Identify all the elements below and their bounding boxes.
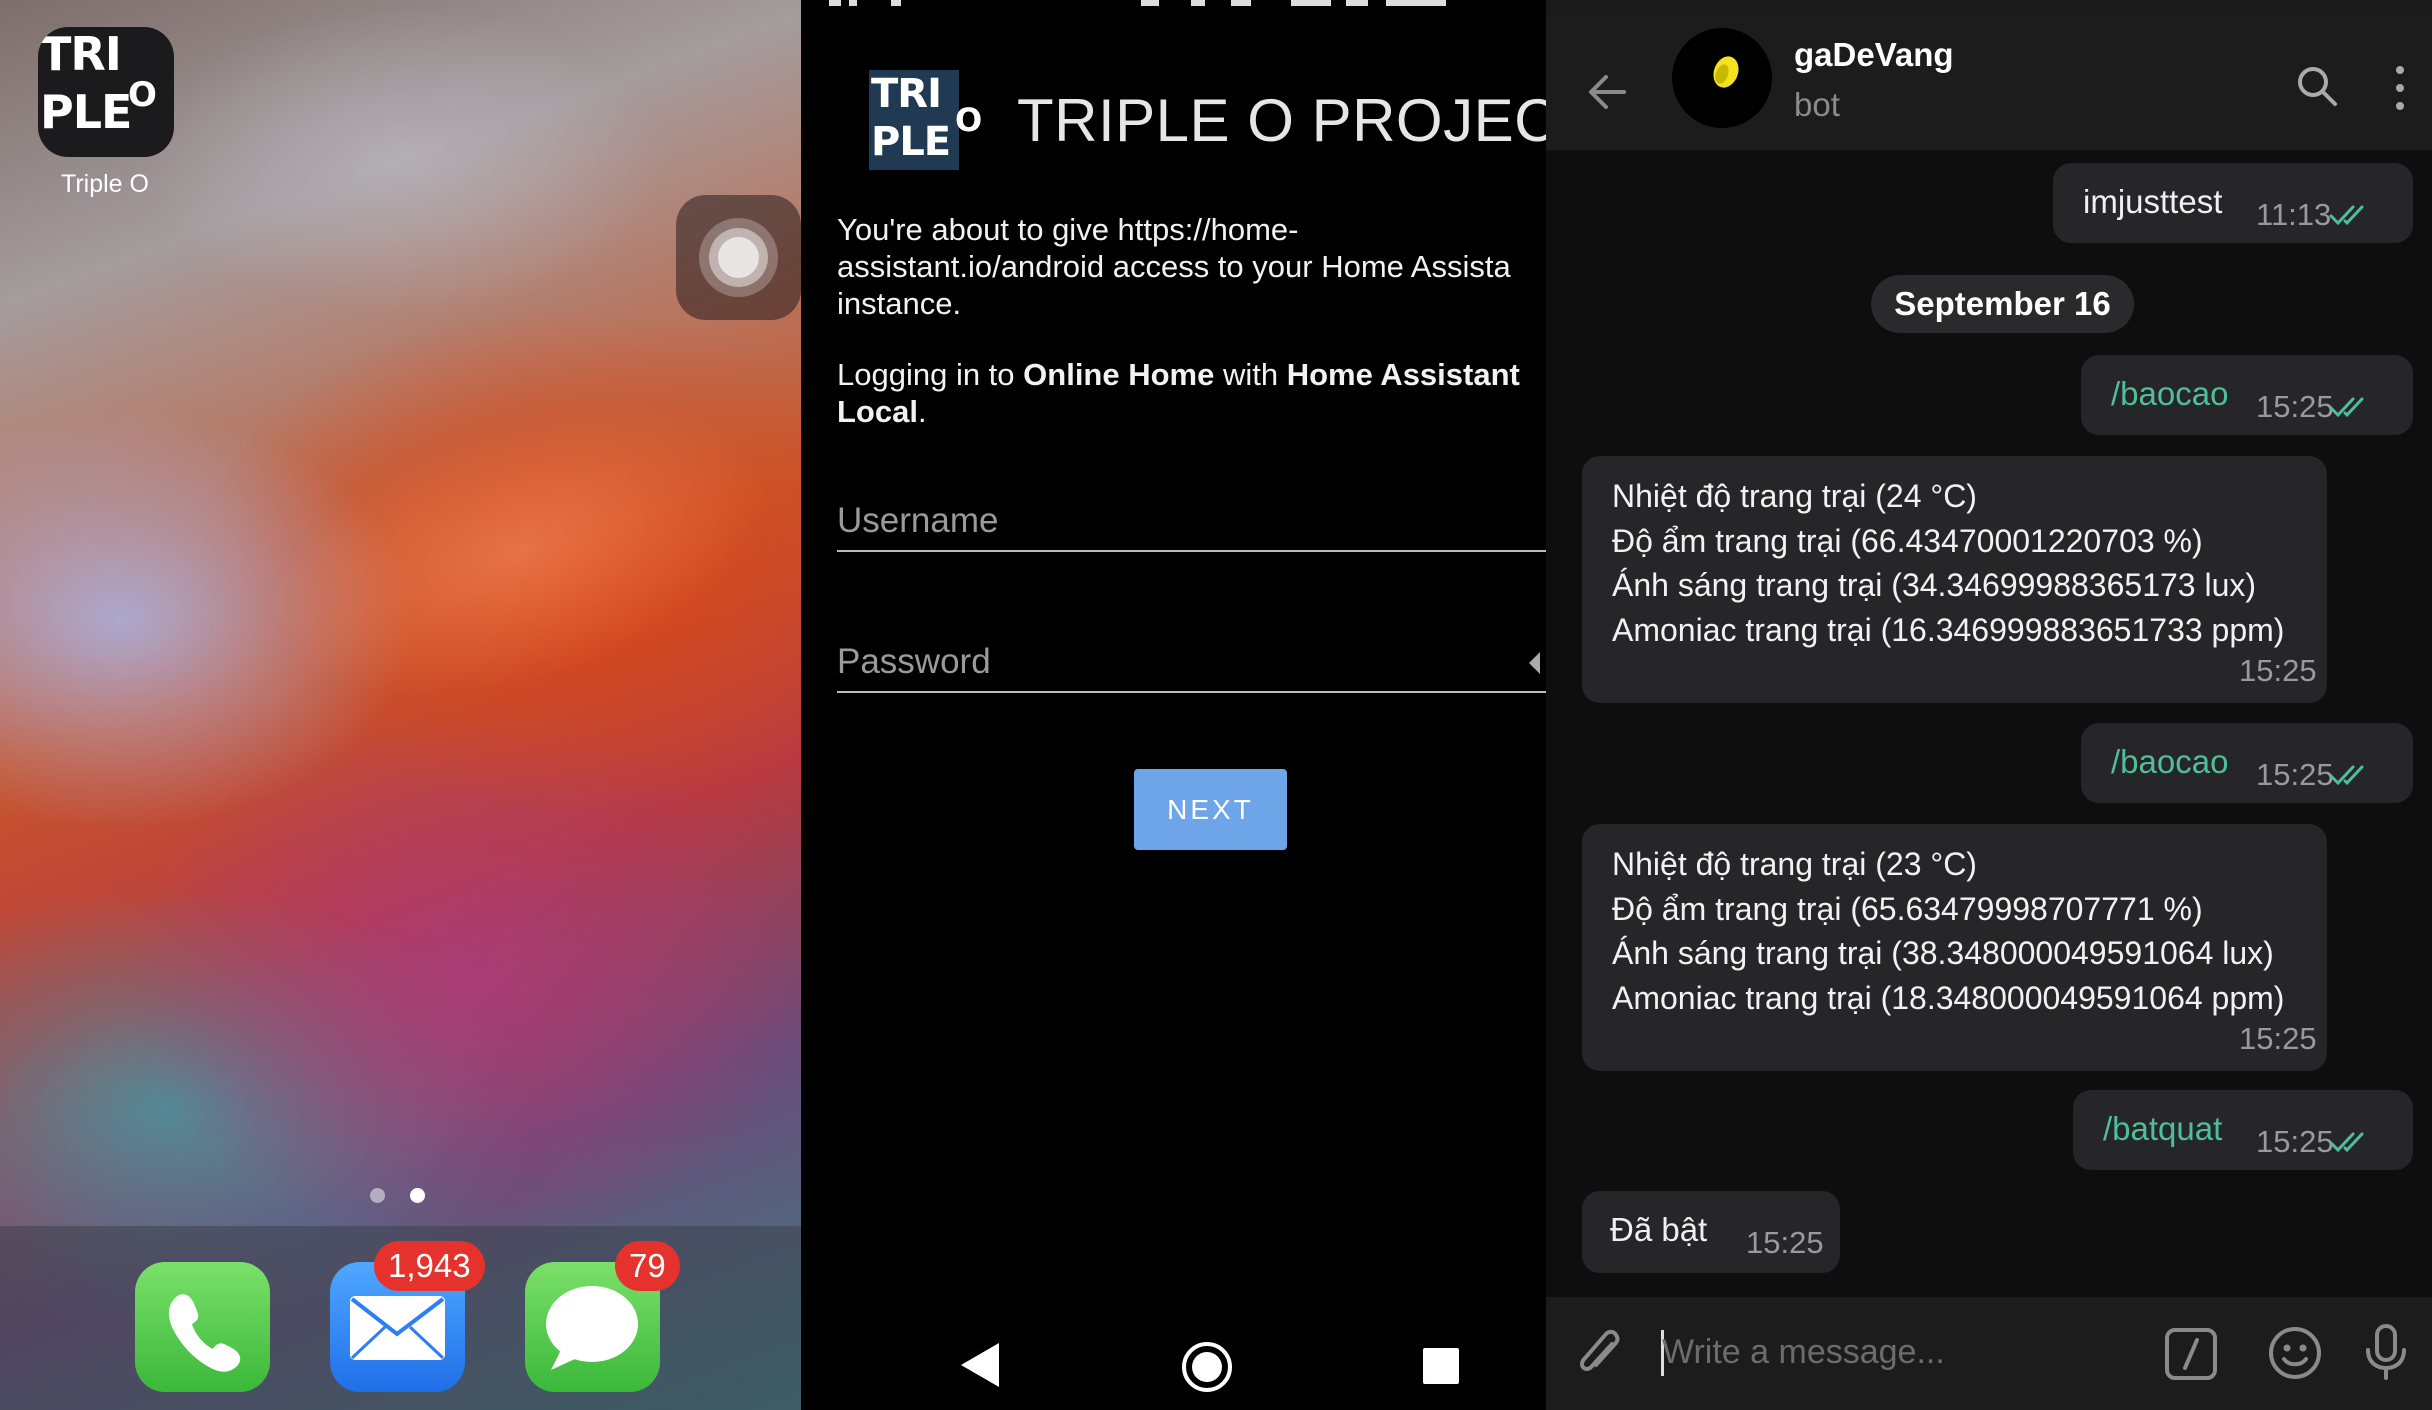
message-time: 15:25 bbox=[1746, 1225, 1824, 1260]
login-suffix: . bbox=[917, 394, 927, 429]
message-in[interactable]: Đã bật 15:25 bbox=[1582, 1191, 1840, 1273]
page-dot-2-active[interactable] bbox=[410, 1188, 425, 1203]
command-text[interactable]: /baocao bbox=[2111, 375, 2228, 413]
triple-o-logo: TRI PLE O bbox=[869, 70, 982, 170]
access-text-line-2: assistant.io/android access to your Home… bbox=[837, 249, 1511, 284]
message-in[interactable]: Nhiệt độ trang trại (24 °C) Độ ẩm trang … bbox=[1582, 456, 2327, 703]
status-bar bbox=[1546, 0, 2432, 14]
message-line: Độ ẩm trang trại (66.43470001220703 %) bbox=[1612, 522, 2203, 559]
chat-subtitle: bot bbox=[1794, 86, 1840, 123]
message-out[interactable]: /baocao 15:25 bbox=[2081, 723, 2413, 803]
page-title: TRIPLE O PROJECT bbox=[1017, 87, 1546, 154]
message-out[interactable]: /batquat 15:25 bbox=[2073, 1090, 2413, 1170]
bot-avatar[interactable] bbox=[1672, 28, 1772, 128]
message-time: 15:25 bbox=[2239, 1021, 2317, 1056]
password-visibility-icon[interactable] bbox=[1529, 652, 1540, 674]
android-login-screen: TRI PLE O TRIPLE O PROJECT You're about … bbox=[801, 0, 1546, 1410]
message-in[interactable]: Nhiệt độ trang trại (23 °C) Độ ẩm trang … bbox=[1582, 824, 2327, 1071]
auth-provider: Home Assistant bbox=[1286, 357, 1520, 392]
ios-home-screen: TRI PLE O Triple O 1,943 79 bbox=[0, 0, 801, 1410]
nav-recents-icon[interactable] bbox=[1423, 1348, 1459, 1384]
logo-o: O bbox=[128, 75, 157, 115]
message-input[interactable] bbox=[1662, 1327, 2162, 1377]
logo-tri: TRI bbox=[871, 71, 942, 117]
home-name: Online Home bbox=[1023, 357, 1215, 392]
message-time: 11:13 bbox=[2256, 197, 2332, 232]
message-line: Amoniac trang trại (18.348000049591064 p… bbox=[1612, 979, 2285, 1016]
login-prefix: Logging in to bbox=[837, 357, 1024, 392]
chick-icon bbox=[1713, 56, 1739, 88]
chat-header: gaDeVang bot bbox=[1546, 14, 2432, 150]
login-mid: with bbox=[1214, 357, 1287, 392]
login-target-notice: Logging in to Online Home with Home Assi… bbox=[837, 356, 1546, 430]
chat-title[interactable]: gaDeVang bbox=[1794, 36, 1954, 74]
next-button[interactable]: NEXT bbox=[1134, 769, 1287, 850]
message-time: 15:25 bbox=[2256, 1124, 2334, 1159]
triple-o-app-label: Triple O bbox=[61, 170, 149, 198]
message-text: imjusttest bbox=[2083, 183, 2223, 220]
triple-o-app-icon[interactable]: TRI PLE O bbox=[38, 27, 174, 157]
message-out[interactable]: /baocao 15:25 bbox=[2081, 355, 2413, 435]
logo-ple: PLE bbox=[40, 85, 132, 139]
message-line: Ánh sáng trang trại (38.348000049591064 … bbox=[1612, 935, 2274, 971]
status-bar bbox=[801, 0, 1546, 8]
emoji-icon[interactable] bbox=[2266, 1324, 2324, 1382]
attach-icon[interactable] bbox=[1576, 1324, 1626, 1382]
message-line: Nhiệt độ trang trại (24 °C) bbox=[1612, 478, 1977, 514]
messages-badge: 79 bbox=[615, 1241, 680, 1291]
command-text[interactable]: /batquat bbox=[2103, 1110, 2222, 1148]
auth-provider-2: Local bbox=[837, 394, 918, 429]
bot-commands-icon[interactable] bbox=[2163, 1326, 2219, 1382]
read-check-icon bbox=[2329, 1132, 2364, 1153]
username-field bbox=[837, 492, 1546, 552]
logo-ple: PLE bbox=[871, 119, 951, 165]
message-time: 15:25 bbox=[2239, 653, 2317, 688]
mail-badge: 1,943 bbox=[374, 1241, 485, 1291]
message-time: 15:25 bbox=[2256, 757, 2334, 792]
password-field bbox=[837, 633, 1546, 693]
screenshot-collage: TRI PLE O Triple O 1,943 79 TRI PLE O TR… bbox=[0, 0, 2432, 1410]
nav-home-icon[interactable] bbox=[1182, 1342, 1232, 1392]
date-separator: September 16 bbox=[1871, 275, 2134, 333]
username-input[interactable] bbox=[837, 492, 1546, 550]
logo-o: O bbox=[955, 101, 982, 139]
back-arrow-icon[interactable] bbox=[1584, 69, 1630, 115]
phone-app-icon[interactable] bbox=[135, 1262, 270, 1392]
microphone-icon[interactable] bbox=[2361, 1322, 2411, 1384]
assistive-touch-button[interactable] bbox=[676, 195, 801, 320]
message-line: Độ ẩm trang trại (65.63479998707771 %) bbox=[1612, 890, 2203, 927]
message-text: Nhiệt độ trang trại (23 °C) Độ ẩm trang … bbox=[1612, 842, 2284, 1020]
message-time: 15:25 bbox=[2256, 389, 2334, 424]
password-input[interactable] bbox=[837, 633, 1546, 691]
phone-icon bbox=[168, 1294, 241, 1372]
more-options-icon[interactable] bbox=[2394, 64, 2406, 112]
read-check-icon bbox=[2329, 205, 2364, 226]
access-text-line-3: instance. bbox=[837, 286, 962, 321]
message-line: Amoniac trang trại (16.346999883651733 p… bbox=[1612, 611, 2285, 648]
access-notice: You're about to give https://home- assis… bbox=[837, 211, 1546, 322]
message-text: Đã bật bbox=[1610, 1211, 1708, 1248]
message-text: Nhiệt độ trang trại (24 °C) Độ ẩm trang … bbox=[1612, 474, 2284, 652]
message-line: Ánh sáng trang trại (34.34699988365173 l… bbox=[1612, 567, 2257, 603]
nav-back-icon[interactable] bbox=[961, 1343, 999, 1387]
message-line: Nhiệt độ trang trại (23 °C) bbox=[1612, 846, 1977, 882]
command-text[interactable]: /baocao bbox=[2111, 743, 2228, 781]
wallpaper-swoosh bbox=[232, 346, 801, 754]
message-composer bbox=[1546, 1297, 2432, 1410]
message-out[interactable]: imjusttest 11:13 bbox=[2053, 163, 2413, 243]
search-icon[interactable] bbox=[2293, 62, 2341, 110]
telegram-chat: gaDeVang bot imjusttest 11:13 September … bbox=[1546, 0, 2432, 1410]
logo-tri: TRI bbox=[40, 27, 122, 81]
access-text-line-1: You're about to give https://home- bbox=[837, 212, 1299, 247]
read-check-icon bbox=[2329, 397, 2364, 418]
page-dot-1[interactable] bbox=[370, 1188, 385, 1203]
read-check-icon bbox=[2329, 765, 2364, 786]
